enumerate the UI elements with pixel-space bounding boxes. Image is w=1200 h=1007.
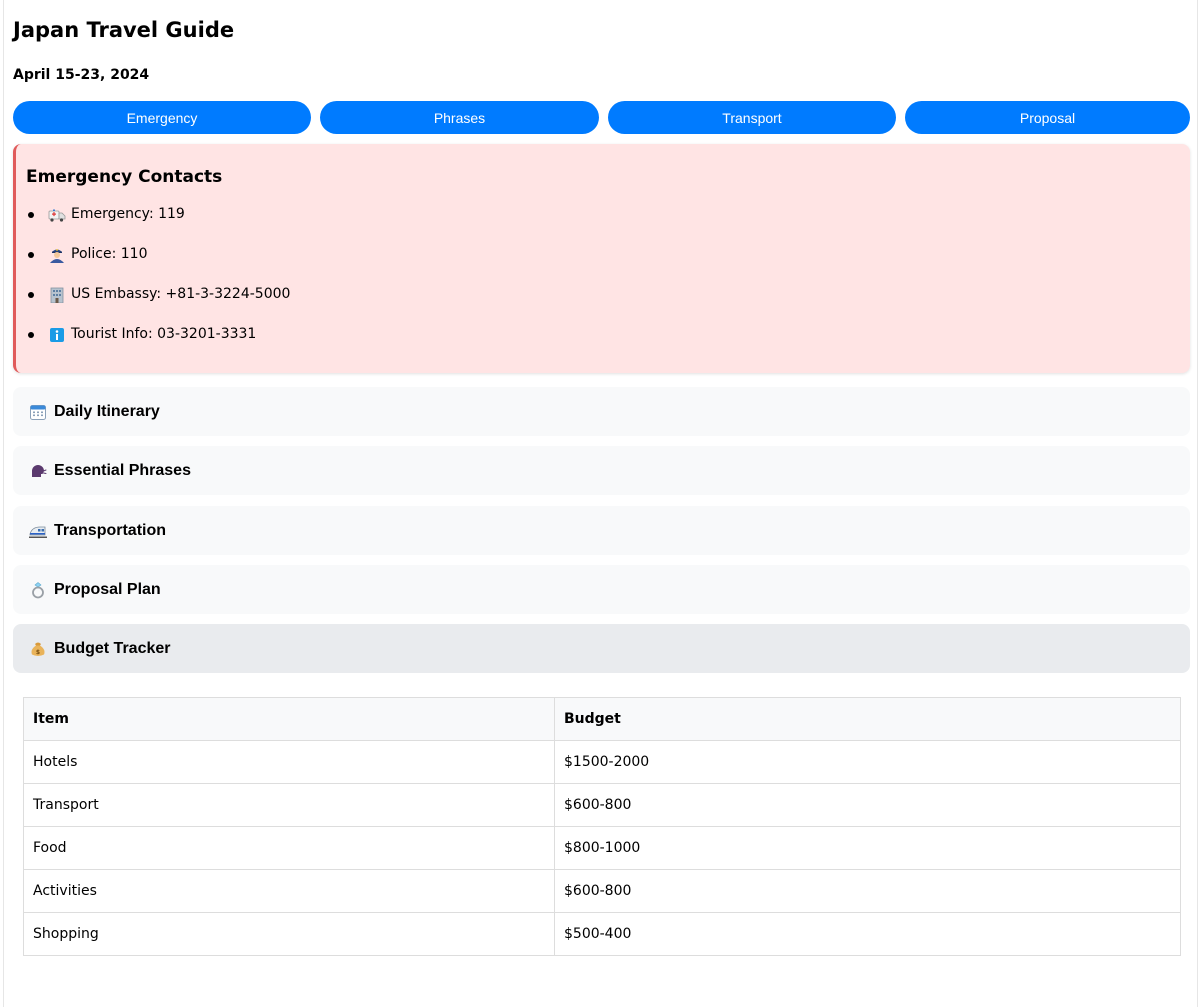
office-building-icon [48,287,66,304]
speaking-head-icon [29,462,47,480]
nav-proposal-button[interactable]: Proposal [905,101,1190,134]
section-essential-phrases[interactable]: Essential Phrases [13,446,1190,495]
emergency-heading: Emergency Contacts [26,167,223,187]
bullet [28,252,34,258]
section-label: Budget Tracker [54,639,171,657]
list-item: Tourist Info: 03-3201-3331 [28,326,290,366]
nav-emergency-button[interactable]: Emergency [13,101,311,134]
item-cell: Food [23,826,555,870]
section-label: Daily Itinerary [54,402,160,420]
tourist-info-number: Tourist Info: 03-3201-3331 [71,326,257,342]
list-item: Emergency: 119 [28,206,290,246]
item-cell: Transport [23,783,555,827]
trip-dates: April 15-23, 2024 [13,67,150,83]
section-transportation[interactable]: Transportation [13,506,1190,555]
information-icon [48,327,66,343]
bullet [28,212,34,218]
nav-phrases-button[interactable]: Phrases [320,101,599,134]
bullet [28,332,34,338]
column-header-item: Item [23,697,555,741]
calendar-icon [29,403,47,421]
police-number: Police: 110 [71,246,148,262]
budget-cell: $600-800 [554,869,1181,913]
table-row: Transport $600-800 [23,783,1181,827]
emergency-list: Emergency: 119 Police: 110 US Embassy: +… [28,206,290,366]
budget-cell: $500-400 [554,912,1181,956]
ring-icon [29,581,47,599]
budget-table: Item Budget Hotels $1500-2000 Transport … [23,697,1181,956]
section-daily-itinerary[interactable]: Daily Itinerary [13,387,1190,436]
nav-transport-button[interactable]: Transport [608,101,896,134]
list-item: US Embassy: +81-3-3224-5000 [28,286,290,326]
section-label: Transportation [54,521,167,539]
police-officer-icon [48,247,66,263]
item-cell: Hotels [23,740,555,784]
bullet [28,292,34,298]
budget-cell: $1500-2000 [554,740,1181,784]
budget-cell: $600-800 [554,783,1181,827]
table-row: Hotels $1500-2000 [23,740,1181,784]
table-row: Food $800-1000 [23,826,1181,870]
emergency-number: Emergency: 119 [71,206,185,222]
list-item: Police: 110 [28,246,290,286]
svg-text:$: $ [36,649,40,656]
column-header-budget: Budget [554,697,1181,741]
table-row: Activities $600-800 [23,869,1181,913]
section-label: Essential Phrases [54,461,191,479]
page-title: Japan Travel Guide [13,18,235,42]
section-budget-tracker[interactable]: $ Budget Tracker [13,624,1190,673]
item-cell: Shopping [23,912,555,956]
table-header-row: Item Budget [23,697,1181,741]
section-label: Proposal Plan [54,580,161,598]
budget-table-container: Item Budget Hotels $1500-2000 Transport … [23,697,1181,956]
item-cell: Activities [23,869,555,913]
train-icon [29,522,47,540]
ambulance-icon [48,207,66,223]
embassy-number: US Embassy: +81-3-3224-5000 [71,286,291,302]
quick-nav: Emergency Phrases Transport Proposal [13,101,1190,134]
emergency-contacts-panel: Emergency Contacts Emergency: 119 Police… [13,144,1190,373]
money-bag-icon: $ [29,640,47,658]
table-row: Shopping $500-400 [23,912,1181,956]
section-proposal-plan[interactable]: Proposal Plan [13,565,1190,614]
budget-cell: $800-1000 [554,826,1181,870]
